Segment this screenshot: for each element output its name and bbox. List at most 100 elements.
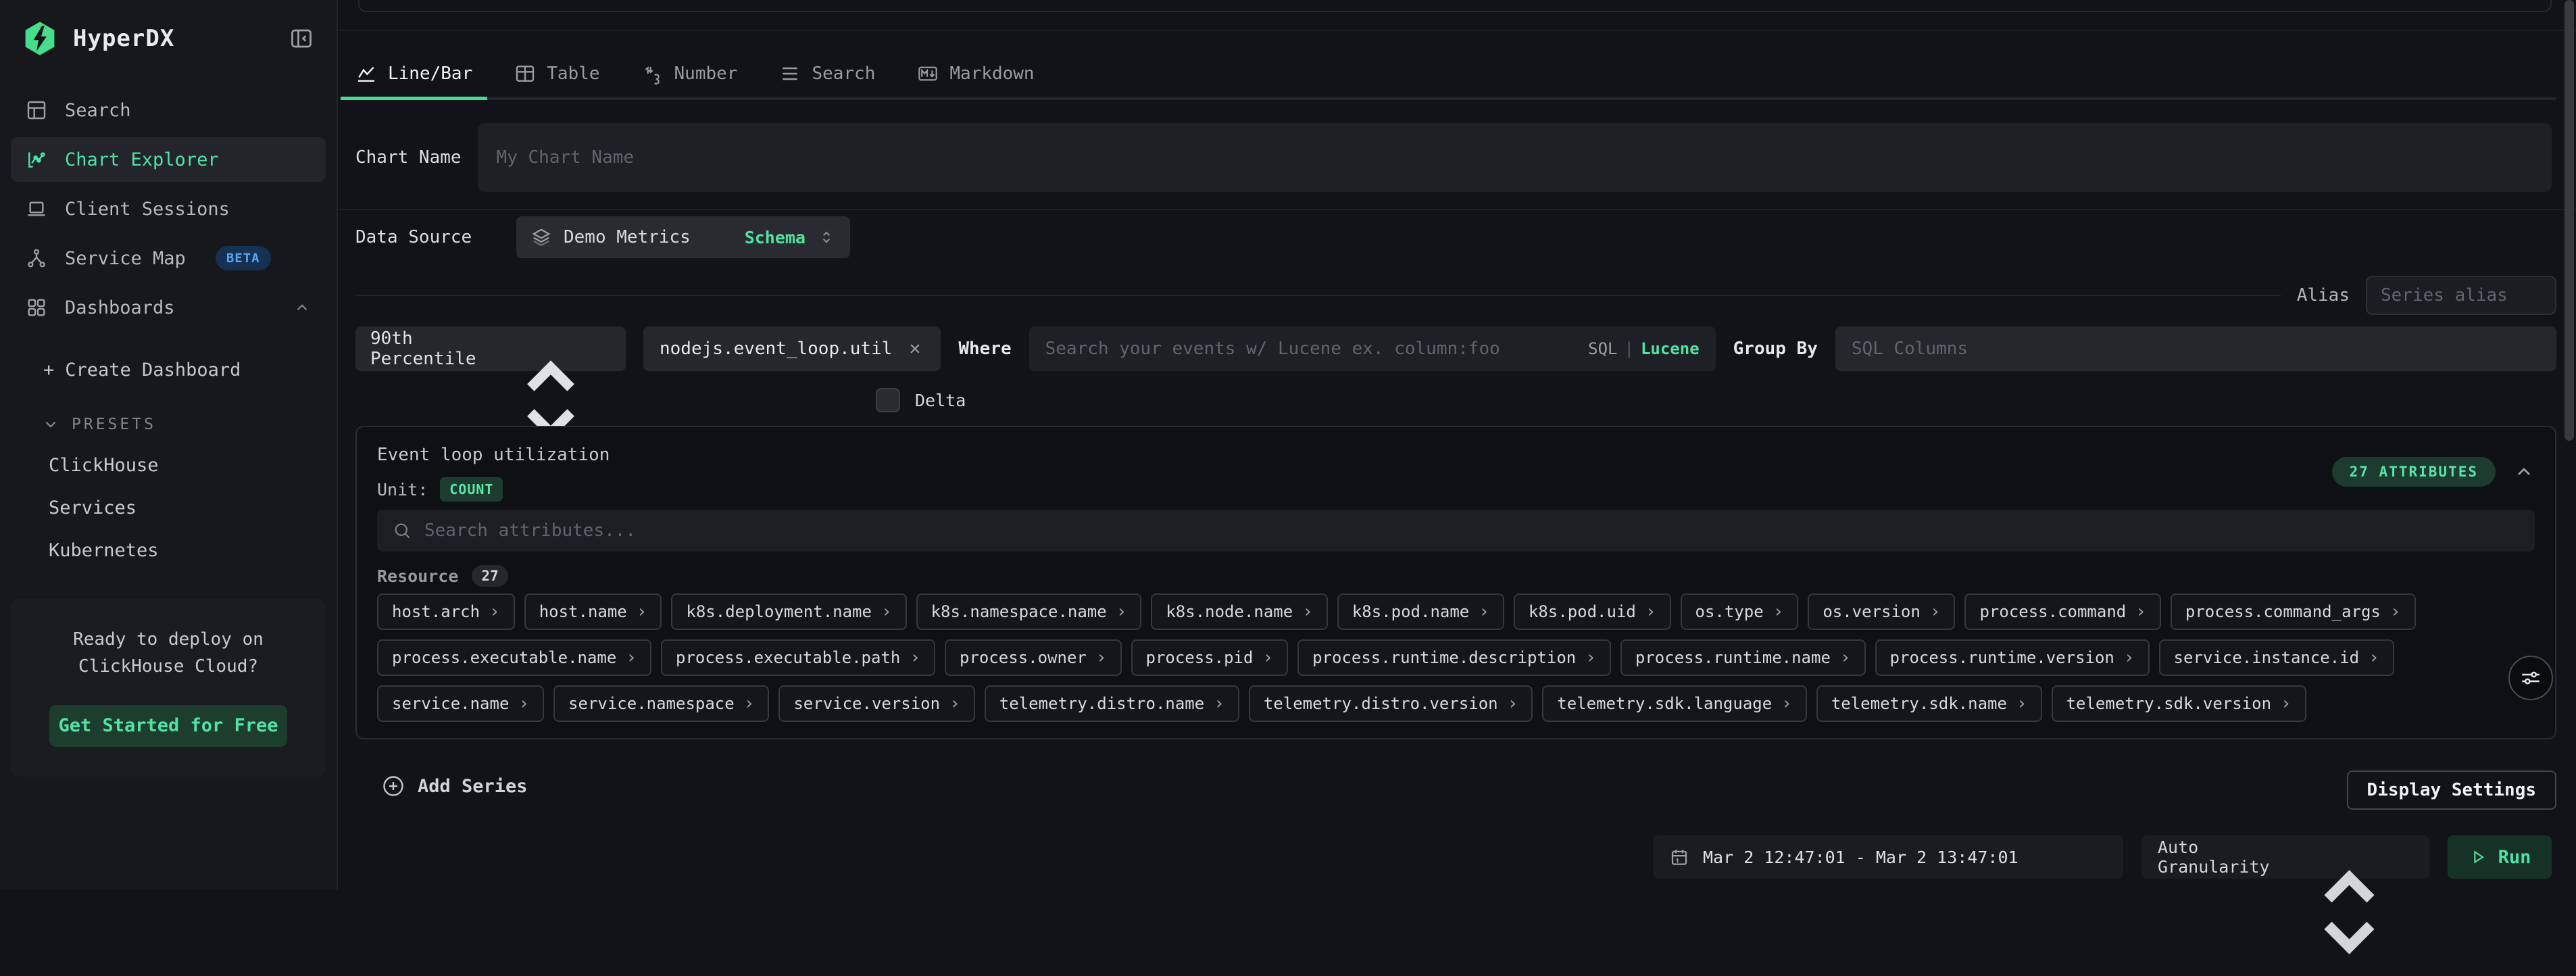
chevron-right-icon: ›: [1116, 602, 1127, 622]
aggregation-select[interactable]: 90th Percentile: [355, 326, 626, 371]
preset-item-services[interactable]: Services: [0, 497, 337, 518]
sidebar-item-service-map[interactable]: Service Map BETA: [11, 236, 326, 280]
attribute-chip[interactable]: telemetry.distro.name›: [985, 685, 1239, 722]
tab-line-bar[interactable]: Line/Bar: [355, 50, 472, 97]
time-range-value: Mar 2 12:47:01 - Mar 2 13:47:01: [1703, 848, 2018, 867]
resource-count-badge: 27: [472, 565, 507, 587]
delta-row: Delta: [876, 387, 966, 414]
metric-chip[interactable]: nodejs.event_loop.util: [643, 326, 941, 371]
where-search-input[interactable]: [1045, 339, 1576, 359]
sidebar-item-label: Chart Explorer: [65, 149, 219, 170]
display-settings-button[interactable]: Display Settings: [2347, 771, 2556, 810]
tab-number[interactable]: Number: [642, 50, 738, 97]
attribute-chip[interactable]: telemetry.sdk.name›: [1816, 685, 2042, 722]
scrollbar-thumb[interactable]: [2565, 0, 2574, 441]
attribute-chip[interactable]: k8s.namespace.name›: [916, 593, 1142, 630]
create-dashboard-button[interactable]: + Create Dashboard: [0, 360, 337, 381]
attribute-chip[interactable]: process.runtime.name ›: [1620, 639, 1866, 676]
chevron-up-icon[interactable]: [293, 299, 311, 316]
chevron-right-icon: ›: [1930, 602, 1941, 622]
attribute-chip[interactable]: telemetry.sdk.language›: [1542, 685, 1807, 722]
attribute-chip[interactable]: service.instance.id›: [2159, 639, 2394, 676]
sidebar-item-dashboards[interactable]: Dashboards: [11, 285, 326, 330]
divider: [355, 295, 2281, 296]
chevron-right-icon: ›: [637, 602, 647, 622]
time-range-picker[interactable]: Mar 2 12:47:01 - Mar 2 13:47:01: [1653, 835, 2123, 879]
attribute-chip[interactable]: service.namespace›: [553, 685, 769, 722]
add-series-button[interactable]: Add Series: [381, 774, 528, 798]
data-source-label: Data Source: [355, 227, 516, 247]
attribute-chip[interactable]: process.executable.path›: [661, 639, 935, 676]
schema-link[interactable]: Schema: [745, 228, 806, 247]
attribute-chip[interactable]: process.runtime.version›: [1875, 639, 2150, 676]
attribute-chip[interactable]: os.type›: [1681, 593, 1799, 630]
attribute-chip[interactable]: host.name›: [524, 593, 662, 630]
tab-markdown[interactable]: Markdown: [917, 50, 1034, 97]
run-button[interactable]: Run: [2448, 835, 2552, 879]
attribute-chip[interactable]: process.owner›: [945, 639, 1122, 676]
plus-icon: +: [43, 360, 54, 381]
attribute-chip[interactable]: os.version ›: [1808, 593, 1955, 630]
attribute-chip-label: os.version: [1823, 602, 1921, 621]
series-config-row: 90th Percentile nodejs.event_loop.util W…: [355, 326, 2556, 371]
delta-label: Delta: [915, 391, 966, 410]
close-icon[interactable]: [906, 339, 924, 358]
attribute-chip[interactable]: k8s.pod.name›: [1337, 593, 1504, 630]
attribute-chip[interactable]: process.pid›: [1131, 639, 1289, 676]
logo-row: HyperDX: [0, 0, 337, 57]
attribute-chip[interactable]: k8s.pod.uid ›: [1514, 593, 1671, 630]
chart-name-input[interactable]: [497, 147, 2533, 168]
attribute-chip[interactable]: service.name›: [377, 685, 544, 722]
get-started-button[interactable]: Get Started for Free: [49, 705, 287, 747]
sidebar-item-client-sessions[interactable]: Client Sessions: [11, 187, 326, 231]
sidebar-item-chart-explorer[interactable]: Chart Explorer: [11, 137, 326, 182]
chevron-right-icon: ›: [881, 602, 892, 622]
attribute-chip[interactable]: process.command_args›: [2171, 593, 2416, 630]
group-by-input[interactable]: [1852, 339, 2540, 359]
sql-mode-label[interactable]: SQL: [1588, 339, 1617, 358]
attribute-chip[interactable]: process.executable.name›: [377, 639, 651, 676]
app-title: HyperDX: [73, 25, 274, 52]
attribute-chip-label: process.runtime.description: [1312, 648, 1576, 667]
query-language-toggle[interactable]: SQL|Lucene: [1588, 339, 1700, 358]
attribute-chip[interactable]: process.runtime.description›: [1297, 639, 1611, 676]
attribute-chip-label: k8s.pod.uid: [1529, 602, 1636, 621]
tab-label: Markdown: [949, 64, 1034, 84]
attribute-chip-label: process.runtime.version: [1890, 648, 2114, 667]
collapse-sidebar-icon[interactable]: [289, 26, 314, 51]
chevron-right-icon: ›: [1840, 648, 1851, 668]
chevron-right-icon: ›: [1262, 648, 1273, 668]
attribute-chip-label: process.runtime.name: [1635, 648, 1831, 667]
attribute-chip[interactable]: service.version›: [778, 685, 974, 722]
floating-filter-button[interactable]: [2508, 656, 2553, 700]
layers-icon: [531, 227, 551, 247]
data-source-select[interactable]: Demo Metrics Schema: [516, 216, 850, 258]
sidebar-item-search[interactable]: Search: [11, 88, 326, 132]
attribute-chip-label: k8s.deployment.name: [686, 602, 872, 621]
preset-item-kubernetes[interactable]: Kubernetes: [0, 540, 337, 561]
select-chevrons-icon: [2285, 848, 2413, 866]
divider: [339, 30, 2576, 31]
attribute-chip[interactable]: host.arch›: [377, 593, 515, 630]
presets-header[interactable]: PRESETS: [0, 416, 337, 433]
tab-table[interactable]: Table: [514, 50, 599, 97]
attribute-chip[interactable]: k8s.deployment.name ›: [671, 593, 906, 630]
chevron-right-icon: ›: [1645, 602, 1656, 622]
attribute-chip[interactable]: k8s.node.name›: [1151, 593, 1328, 630]
attribute-chip[interactable]: process.command›: [1964, 593, 2160, 630]
chevron-right-icon: ›: [2390, 602, 2401, 622]
attribute-chip-label: process.executable.path: [676, 648, 900, 667]
delta-checkbox[interactable]: [876, 388, 900, 412]
tab-search[interactable]: Search: [779, 50, 875, 97]
chevron-up-icon[interactable]: [2513, 461, 2535, 483]
lucene-mode-label[interactable]: Lucene: [1641, 339, 1700, 358]
chevron-right-icon: ›: [1096, 648, 1107, 668]
chevron-right-icon: ›: [744, 693, 755, 714]
alias-input[interactable]: [2381, 285, 2542, 306]
attribute-chip[interactable]: telemetry.sdk.version›: [2052, 685, 2306, 722]
attribute-search-input[interactable]: [424, 520, 2520, 541]
granularity-select[interactable]: Auto Granularity: [2141, 835, 2429, 879]
attribute-chip[interactable]: telemetry.distro.version›: [1249, 685, 1533, 722]
preset-item-clickhouse[interactable]: ClickHouse: [0, 455, 337, 476]
chart-type-tabs: Line/Bar Table Number Search Markdown: [355, 50, 2556, 100]
